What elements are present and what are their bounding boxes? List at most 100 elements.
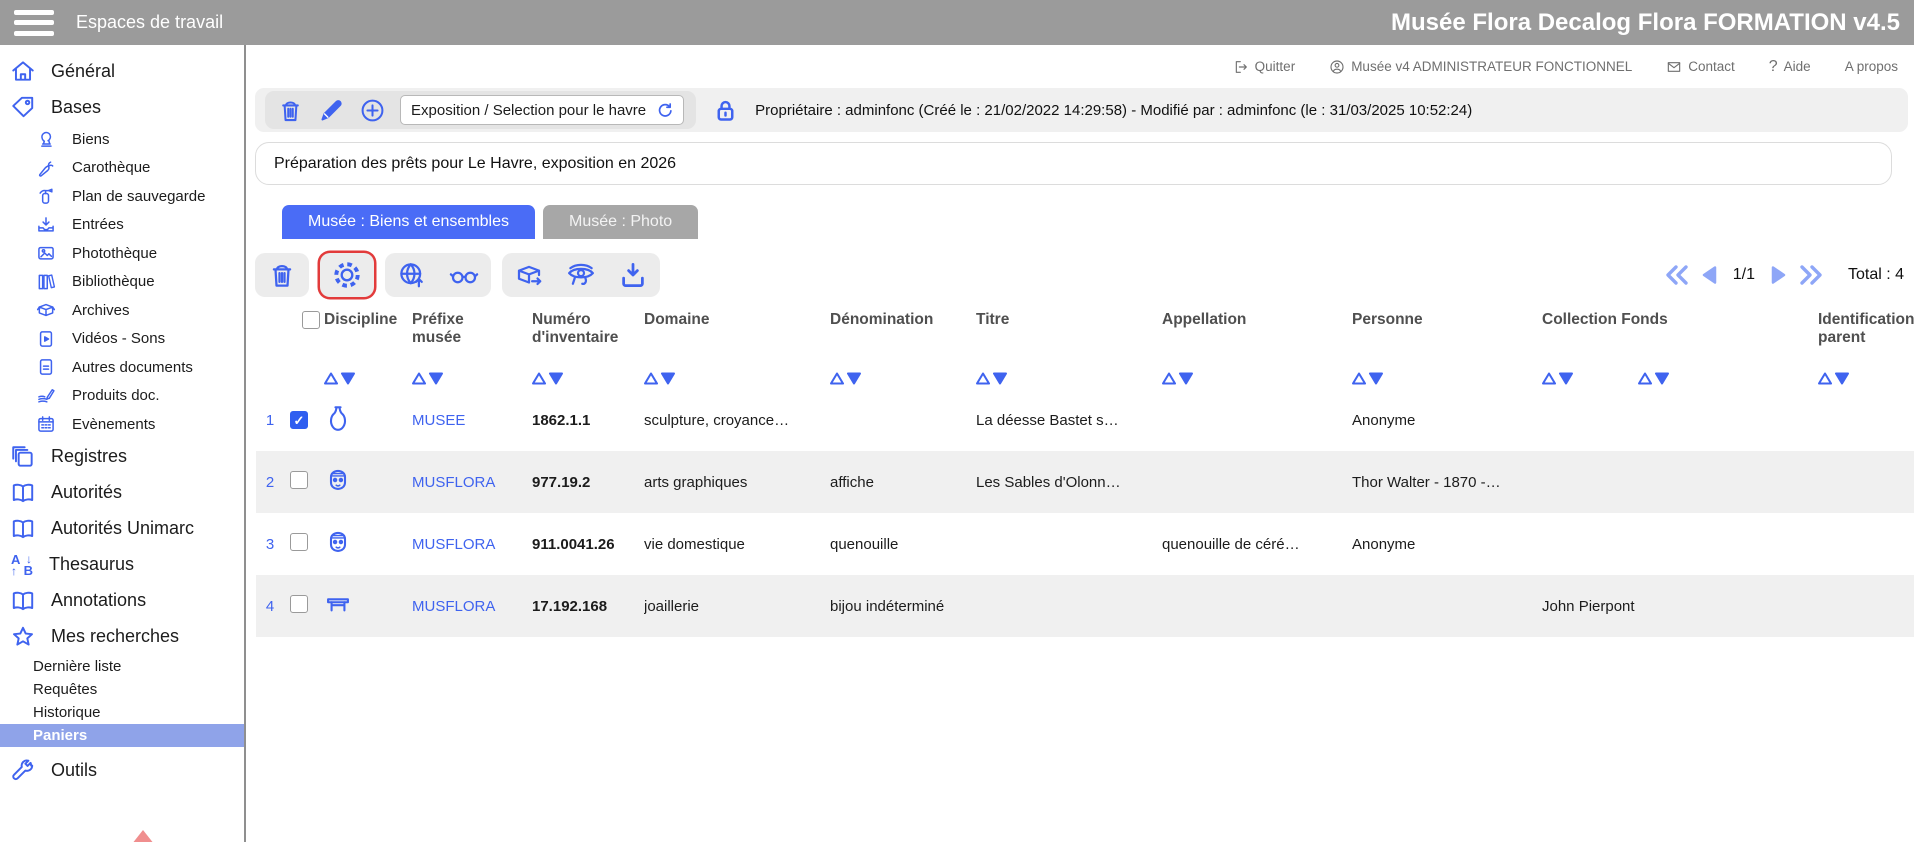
prefixe-link[interactable]: MUSEE bbox=[412, 412, 532, 429]
page-indicator: 1/1 bbox=[1733, 266, 1755, 284]
numero-cell: 17.192.168 bbox=[532, 598, 644, 615]
previous-page-icon[interactable] bbox=[1698, 263, 1722, 287]
statue-icon bbox=[36, 129, 56, 149]
prefixe-link[interactable]: MUSFLORA bbox=[412, 536, 532, 553]
sort-arrows[interactable] bbox=[1162, 372, 1348, 385]
sidebar-item-bases[interactable]: Bases bbox=[0, 89, 244, 125]
sort-arrows[interactable] bbox=[1352, 372, 1538, 385]
sidebar: Général Bases Biens Carothèque Plan de s… bbox=[0, 45, 246, 842]
sidebar-item-mes-recherches[interactable]: Mes recherches bbox=[0, 619, 244, 655]
document-icon bbox=[36, 357, 56, 377]
sort-arrows[interactable] bbox=[532, 372, 640, 385]
settings-button[interactable] bbox=[332, 260, 362, 290]
sort-arrows[interactable] bbox=[412, 372, 528, 385]
row-checkbox[interactable] bbox=[290, 595, 308, 613]
sort-arrows[interactable] bbox=[830, 372, 972, 385]
personne-cell: Thor Walter - 1870 -… bbox=[1352, 474, 1542, 491]
sidebar-item-entrees[interactable]: Entrées bbox=[0, 211, 244, 240]
next-page-icon[interactable] bbox=[1766, 263, 1790, 287]
sidebar-item-registres[interactable]: Registres bbox=[0, 439, 244, 475]
edit-record-button[interactable] bbox=[318, 97, 345, 124]
menubar-item-user[interactable]: Musée v4 ADMINISTRATEUR FONCTIONNEL bbox=[1329, 59, 1632, 75]
fire-extinguisher-icon bbox=[36, 186, 56, 206]
row-checkbox[interactable] bbox=[290, 471, 308, 489]
sidebar-item-historique[interactable]: Historique bbox=[0, 701, 244, 724]
sidebar-item-videos-sons[interactable]: Vidéos - Sons bbox=[0, 325, 244, 354]
basket-description-input[interactable] bbox=[255, 142, 1892, 185]
delete-record-button[interactable] bbox=[277, 97, 304, 124]
tag-icon bbox=[10, 94, 36, 120]
sidebar-item-autorites[interactable]: Autorités bbox=[0, 475, 244, 511]
sort-arrows[interactable] bbox=[1542, 372, 1634, 385]
menubar-item-contact[interactable]: Contact bbox=[1666, 59, 1735, 75]
mask-icon bbox=[324, 466, 352, 494]
appellation-cell: quenouille de céré… bbox=[1162, 536, 1352, 553]
sort-arrows[interactable] bbox=[1818, 372, 1910, 385]
sidebar-item-biens[interactable]: Biens bbox=[0, 125, 244, 154]
total-count-label: Total : 4 bbox=[1848, 266, 1904, 284]
row-checkbox[interactable] bbox=[290, 411, 308, 429]
sidebar-item-general[interactable]: Général bbox=[0, 53, 244, 89]
menubar-item-aide[interactable]: ? Aide bbox=[1769, 58, 1811, 76]
app-window: Espaces de travail Musée Flora Decalog F… bbox=[0, 0, 1914, 842]
sidebar-item-autres-documents[interactable]: Autres documents bbox=[0, 353, 244, 382]
select-all-cell bbox=[290, 309, 324, 389]
col-appellation: Appellation bbox=[1162, 309, 1352, 389]
prefixe-link[interactable]: MUSFLORA bbox=[412, 598, 532, 615]
hamburger-menu-icon[interactable] bbox=[14, 10, 54, 36]
sidebar-item-annotations[interactable]: Annotations bbox=[0, 583, 244, 619]
sidebar-item-produits-doc[interactable]: Produits doc. bbox=[0, 382, 244, 411]
sidebar-item-requetes[interactable]: Requêtes bbox=[0, 678, 244, 701]
sidebar-item-thesaurus[interactable]: A↓↑B Thesaurus bbox=[0, 547, 244, 583]
video-file-icon bbox=[36, 329, 56, 349]
sort-arrows[interactable] bbox=[644, 372, 826, 385]
col-numero-inventaire: Numéro d'inventaire bbox=[532, 309, 644, 389]
row-checkbox[interactable] bbox=[290, 533, 308, 551]
books-icon bbox=[36, 272, 56, 292]
menubar-item-quitter[interactable]: Quitter bbox=[1233, 59, 1296, 75]
preview-button[interactable] bbox=[449, 260, 479, 290]
col-denomination: Dénomination bbox=[830, 309, 976, 389]
sort-arrows[interactable] bbox=[1638, 372, 1814, 385]
sidebar-item-carotheque[interactable]: Carothèque bbox=[0, 154, 244, 183]
lock-button[interactable] bbox=[712, 97, 739, 124]
row-number-link[interactable]: 1 bbox=[256, 412, 290, 429]
tab-musee-biens-et-ensembles[interactable]: Musée : Biens et ensembles bbox=[282, 205, 535, 239]
export-basket-button[interactable] bbox=[514, 260, 544, 290]
first-page-icon[interactable] bbox=[1665, 263, 1689, 287]
add-record-button[interactable] bbox=[359, 97, 386, 124]
sidebar-item-phototheque[interactable]: Photothèque bbox=[0, 239, 244, 268]
row-number-link[interactable]: 4 bbox=[256, 598, 290, 615]
sidebar-item-derniere-liste[interactable]: Dernière liste bbox=[0, 655, 244, 678]
refresh-icon[interactable] bbox=[656, 102, 673, 119]
record-actions-group: Exposition / Selection pour le havre bbox=[265, 91, 696, 129]
sidebar-item-plan-de-sauvegarde[interactable]: Plan de sauvegarde bbox=[0, 182, 244, 211]
description-field-wrap bbox=[255, 142, 1892, 185]
select-all-checkbox[interactable] bbox=[302, 311, 320, 329]
prefixe-link[interactable]: MUSFLORA bbox=[412, 474, 532, 491]
row-number-link[interactable]: 3 bbox=[256, 536, 290, 553]
sidebar-item-autorites-unimarc[interactable]: Autorités Unimarc bbox=[0, 511, 244, 547]
sidebar-item-bibliotheque[interactable]: Bibliothèque bbox=[0, 268, 244, 297]
sort-arrows[interactable] bbox=[976, 372, 1158, 385]
exit-icon bbox=[1233, 59, 1249, 75]
last-page-icon[interactable] bbox=[1799, 263, 1823, 287]
tab-musee-photo[interactable]: Musée : Photo bbox=[543, 205, 698, 239]
sidebar-item-archives[interactable]: Archives bbox=[0, 296, 244, 325]
sidebar-scroll-indicator[interactable] bbox=[128, 830, 158, 842]
horus-eye-button[interactable] bbox=[566, 260, 596, 290]
download-button[interactable] bbox=[618, 260, 648, 290]
menubar-item-apropos[interactable]: A propos bbox=[1845, 59, 1898, 74]
sidebar-item-paniers[interactable]: Paniers bbox=[0, 724, 244, 747]
row-number-link[interactable]: 2 bbox=[256, 474, 290, 491]
basket-selector[interactable]: Exposition / Selection pour le havre bbox=[400, 95, 684, 125]
sidebar-item-outils[interactable]: Outils bbox=[0, 753, 244, 789]
denomination-cell: bijou indéterminé bbox=[830, 598, 976, 615]
col-collection: Collection Fonds bbox=[1542, 309, 1638, 389]
publish-web-button[interactable] bbox=[397, 260, 427, 290]
personne-cell: Anonyme bbox=[1352, 536, 1542, 553]
sort-arrows[interactable] bbox=[324, 372, 408, 385]
col-identification-parent: Identification parent bbox=[1818, 309, 1914, 389]
delete-items-button[interactable] bbox=[267, 260, 297, 290]
sidebar-item-evenements[interactable]: Evènements bbox=[0, 410, 244, 439]
